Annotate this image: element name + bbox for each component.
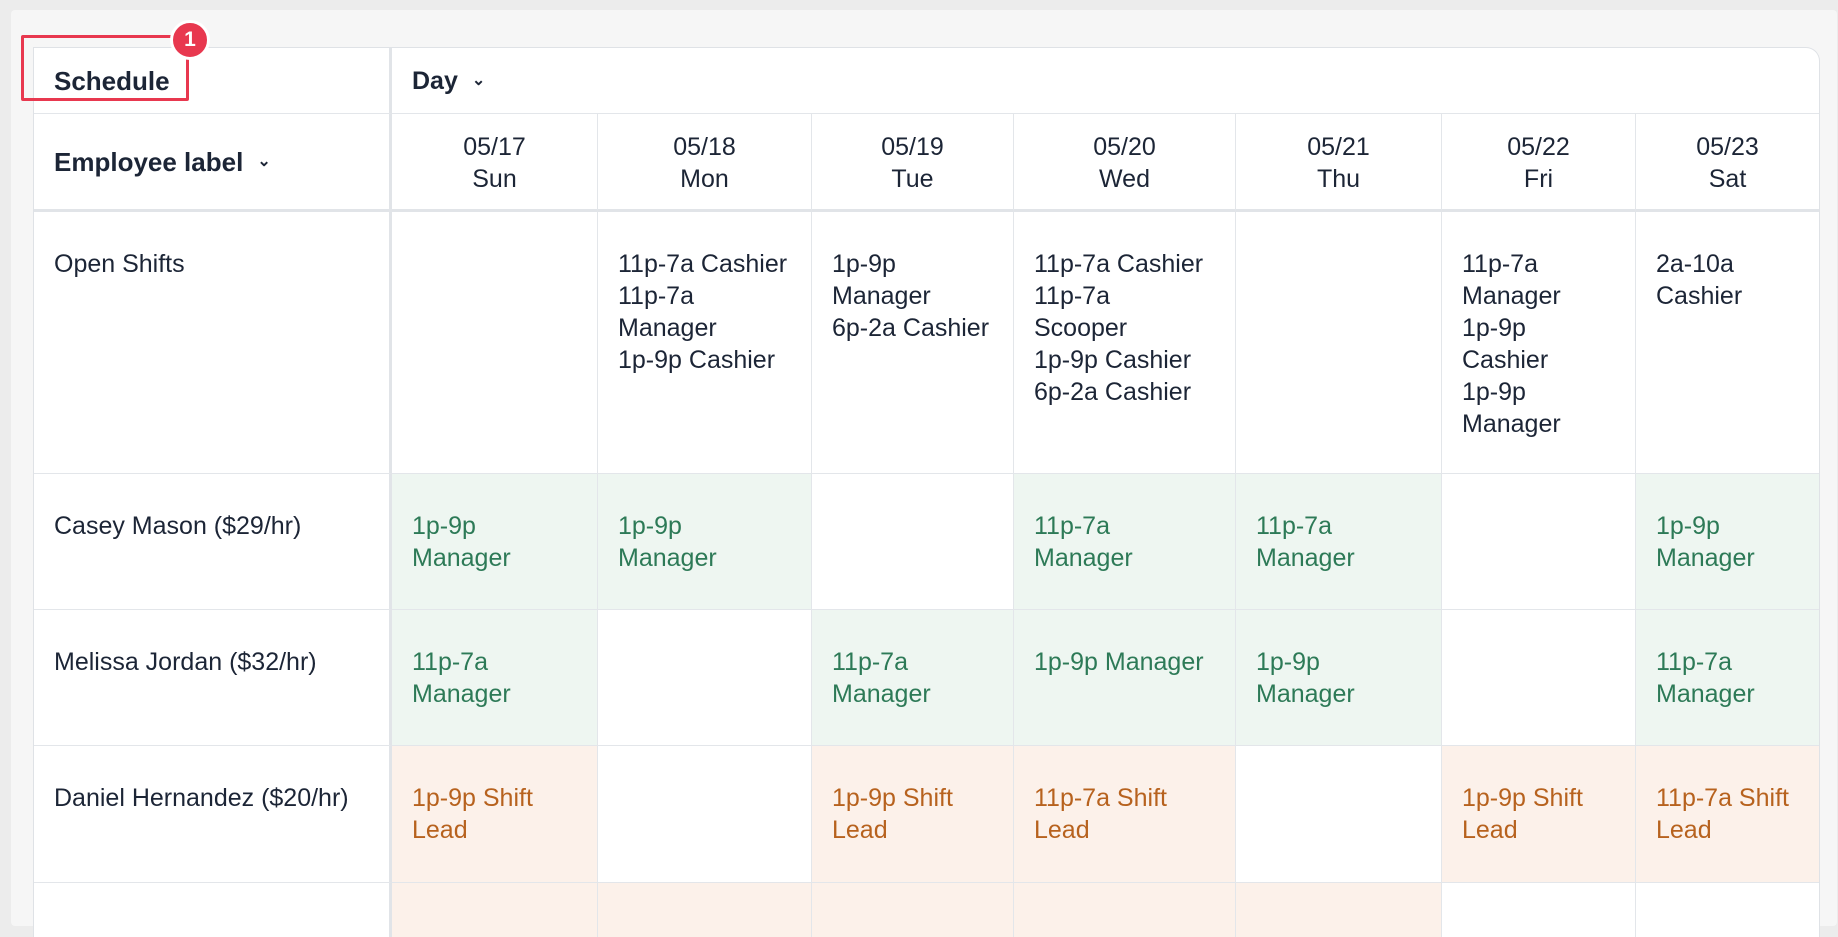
day-date: 05/18 [673, 133, 736, 161]
day-header: 05/22 Fri [1442, 114, 1636, 212]
callout-highlight-box [21, 35, 189, 101]
shift-cell[interactable]: 1p-9p Manager [598, 474, 812, 610]
schedule-grid: Schedule Day ⌄ Employee label ⌄ 05/17 Sun… [34, 48, 1819, 937]
day-weekday: Fri [1523, 165, 1554, 193]
shift-cell[interactable]: 1p-9p Manager [1236, 610, 1442, 746]
day-header: 05/23 Sat [1636, 114, 1819, 212]
view-selector-label: Day [412, 66, 458, 95]
day-weekday: Mon [680, 165, 729, 193]
shift-cell[interactable] [1236, 883, 1442, 937]
row-label [34, 883, 392, 937]
row-label: Casey Mason ($29/hr) [34, 474, 392, 610]
day-header: 05/17 Sun [392, 114, 598, 212]
row-label: Melissa Jordan ($32/hr) [34, 610, 392, 746]
shift-cell[interactable]: 11p-7a Shift Lead [1014, 746, 1236, 883]
shift-cell[interactable]: 11p-7a Manager [1236, 474, 1442, 610]
shift-cell[interactable] [1442, 474, 1636, 610]
chevron-down-icon: ⌄ [471, 71, 486, 89]
shift-cell[interactable]: 1p-9p Shift Lead [812, 746, 1014, 883]
shift-cell[interactable]: 1p-9p Manager [1014, 610, 1236, 746]
day-date: 05/21 [1307, 133, 1370, 161]
open-shift-cell[interactable]: 11p-7a Manager 1p-9p Cashier 1p-9p Manag… [1442, 212, 1636, 474]
shift-cell[interactable] [392, 883, 598, 937]
chevron-down-icon: ⌄ [257, 152, 271, 170]
shift-cell[interactable] [598, 883, 812, 937]
shift-cell[interactable]: 1p-9p Manager [392, 474, 598, 610]
shift-cell[interactable]: 1p-9p Manager [1636, 474, 1819, 610]
shift-cell[interactable] [1014, 883, 1236, 937]
open-shift-cell[interactable] [1236, 212, 1442, 474]
day-date: 05/17 [463, 133, 526, 161]
day-header: 05/18 Mon [598, 114, 812, 212]
shift-cell[interactable]: 11p-7a Manager [812, 610, 1014, 746]
day-weekday: Sat [1708, 165, 1747, 193]
schedule-card: Schedule Day ⌄ Employee label ⌄ 05/17 Sun… [33, 47, 1820, 937]
day-weekday: Tue [891, 165, 934, 193]
day-date: 05/23 [1696, 133, 1759, 161]
shift-cell[interactable]: 11p-7a Manager [392, 610, 598, 746]
shift-cell[interactable]: 11p-7a Shift Lead [1636, 746, 1819, 883]
shift-cell[interactable] [1236, 746, 1442, 883]
shift-cell[interactable] [812, 883, 1014, 937]
callout-badge: 1 [170, 20, 210, 60]
schedule-frame: Schedule Day ⌄ Employee label ⌄ 05/17 Sun… [11, 10, 1837, 937]
open-shift-cell[interactable]: 2a-10a Cashier [1636, 212, 1819, 474]
day-header: 05/20 Wed [1014, 114, 1236, 212]
shift-cell[interactable] [1442, 883, 1636, 937]
shift-cell[interactable] [1636, 883, 1819, 937]
day-weekday: Thu [1316, 165, 1361, 193]
day-date: 05/20 [1093, 133, 1156, 161]
day-header: 05/19 Tue [812, 114, 1014, 212]
shift-cell[interactable]: 1p-9p Shift Lead [1442, 746, 1636, 883]
view-selector[interactable]: Day ⌄ [392, 48, 1819, 114]
shift-cell[interactable] [1442, 610, 1636, 746]
open-shift-cell[interactable]: 1p-9p Manager 6p-2a Cashier [812, 212, 1014, 474]
open-shift-cell[interactable] [392, 212, 598, 474]
shift-cell[interactable] [812, 474, 1014, 610]
day-date: 05/22 [1507, 133, 1570, 161]
shift-cell[interactable] [598, 610, 812, 746]
day-weekday: Sun [472, 165, 517, 193]
shift-cell[interactable] [598, 746, 812, 883]
day-date: 05/19 [881, 133, 944, 161]
shift-cell[interactable]: 1p-9p Shift Lead [392, 746, 598, 883]
employee-label-text: Employee label [54, 146, 244, 177]
day-header: 05/21 Thu [1236, 114, 1442, 212]
day-weekday: Wed [1099, 165, 1150, 193]
open-shift-cell[interactable]: 11p-7a Cashier 11p-7a Manager 1p-9p Cash… [598, 212, 812, 474]
shift-cell[interactable]: 11p-7a Manager [1636, 610, 1819, 746]
shift-cell[interactable]: 11p-7a Manager [1014, 474, 1236, 610]
employee-label-selector[interactable]: Employee label ⌄ [34, 114, 392, 212]
row-label: Open Shifts [34, 212, 392, 474]
row-label: Daniel Hernandez ($20/hr) [34, 746, 392, 883]
open-shift-cell[interactable]: 11p-7a Cashier 11p-7a Scooper 1p-9p Cash… [1014, 212, 1236, 474]
